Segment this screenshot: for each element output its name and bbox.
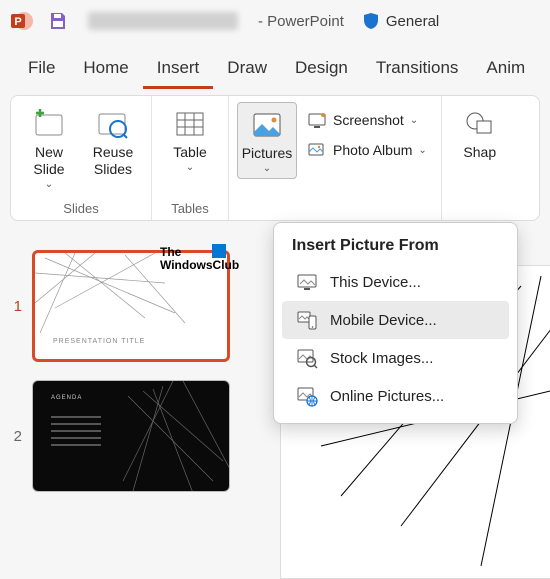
sensitivity-text: General — [386, 13, 439, 30]
watermark: The WindowsClub — [160, 246, 239, 272]
group-tables-label: Tables — [171, 199, 209, 216]
ribbon-tabs: File Home Insert Draw Design Transitions… — [0, 42, 550, 89]
reuse-slides-label: Reuse Slides — [85, 144, 141, 178]
shield-icon — [362, 12, 380, 30]
reuse-slides-button[interactable]: Reuse Slides — [83, 102, 143, 182]
online-pictures-icon — [296, 385, 318, 407]
pictures-label: Pictures — [242, 145, 293, 162]
photo-album-button[interactable]: Photo Album ⌄ — [301, 136, 433, 164]
menu-stock-images[interactable]: Stock Images... — [282, 339, 509, 377]
slide-thumbnails: 1 PRESENTATION TITLE 2 AGENDA — [8, 250, 268, 510]
tab-design[interactable]: Design — [281, 52, 362, 89]
photo-album-label: Photo Album — [333, 142, 412, 158]
new-slide-label: New Slide — [21, 144, 77, 178]
pictures-button[interactable]: Pictures ⌄ — [237, 102, 297, 179]
screenshot-label: Screenshot — [333, 112, 404, 128]
dropdown-header: Insert Picture From — [278, 233, 513, 263]
stock-images-icon — [296, 347, 318, 369]
chevron-down-icon: ⌄ — [45, 179, 53, 190]
menu-online-pictures[interactable]: Online Pictures... — [282, 377, 509, 415]
chevron-down-icon: ⌄ — [410, 115, 418, 126]
shapes-label: Shap — [463, 144, 496, 161]
powerpoint-icon: P — [10, 9, 34, 33]
group-tables: Table ⌄ Tables — [152, 96, 229, 220]
tab-home[interactable]: Home — [69, 52, 142, 89]
screenshot-icon — [307, 110, 327, 130]
tab-transitions[interactable]: Transitions — [362, 52, 473, 89]
document-title-blurred — [88, 12, 238, 30]
pictures-icon — [249, 107, 285, 143]
chevron-down-icon: ⌄ — [418, 145, 426, 156]
menu-mobile-device[interactable]: Mobile Device... — [282, 301, 509, 339]
save-icon[interactable] — [46, 9, 70, 33]
chevron-down-icon: ⌄ — [263, 163, 271, 174]
tab-animations[interactable]: Anim — [472, 52, 539, 89]
slide-2-title: AGENDA — [51, 395, 82, 401]
group-images: Pictures ⌄ Screenshot ⌄ Photo Album ⌄ — [229, 96, 441, 220]
menu-this-device[interactable]: This Device... — [282, 263, 509, 301]
screenshot-button[interactable]: Screenshot ⌄ — [301, 106, 433, 134]
title-bar: P - PowerPoint General — [0, 0, 550, 42]
slide-1-title: PRESENTATION TITLE — [53, 338, 145, 345]
chevron-down-icon: ⌄ — [186, 162, 194, 173]
group-images-label — [333, 199, 337, 216]
svg-text:P: P — [14, 16, 21, 28]
ribbon: New Slide ⌄ Reuse Slides Slides Table ⌄ … — [10, 95, 540, 221]
slide-thumbnail-2[interactable]: AGENDA — [32, 380, 230, 492]
table-button[interactable]: Table ⌄ — [160, 102, 220, 177]
tab-draw[interactable]: Draw — [213, 52, 281, 89]
mobile-device-icon — [296, 309, 318, 331]
thumbnail-number: 2 — [8, 428, 22, 445]
menu-mobile-device-label: Mobile Device... — [330, 312, 437, 329]
table-icon — [172, 106, 208, 142]
sensitivity-label[interactable]: General — [362, 12, 439, 30]
thumbnail-number: 1 — [8, 298, 22, 315]
group-slides-label: Slides — [63, 199, 98, 216]
new-slide-button[interactable]: New Slide ⌄ — [19, 102, 79, 194]
thumbnail-row: 2 AGENDA — [8, 380, 268, 492]
tab-file[interactable]: File — [14, 52, 69, 89]
photo-album-icon — [307, 140, 327, 160]
group-illustrations: Shap — [441, 96, 518, 220]
tab-insert[interactable]: Insert — [143, 52, 214, 89]
windows-logo-icon — [212, 244, 226, 258]
group-slides: New Slide ⌄ Reuse Slides Slides — [11, 96, 152, 220]
new-slide-icon — [31, 106, 67, 142]
menu-this-device-label: This Device... — [330, 274, 421, 291]
menu-stock-images-label: Stock Images... — [330, 350, 433, 367]
pictures-dropdown: Insert Picture From This Device... Mobil… — [273, 222, 518, 424]
watermark-line2: WindowsClub — [160, 259, 239, 272]
this-device-icon — [296, 271, 318, 293]
shapes-button[interactable]: Shap — [450, 102, 510, 165]
table-label: Table — [173, 144, 206, 161]
reuse-slides-icon — [95, 106, 131, 142]
menu-online-pictures-label: Online Pictures... — [330, 388, 444, 405]
app-name: - PowerPoint — [258, 13, 344, 30]
shapes-icon — [462, 106, 498, 142]
